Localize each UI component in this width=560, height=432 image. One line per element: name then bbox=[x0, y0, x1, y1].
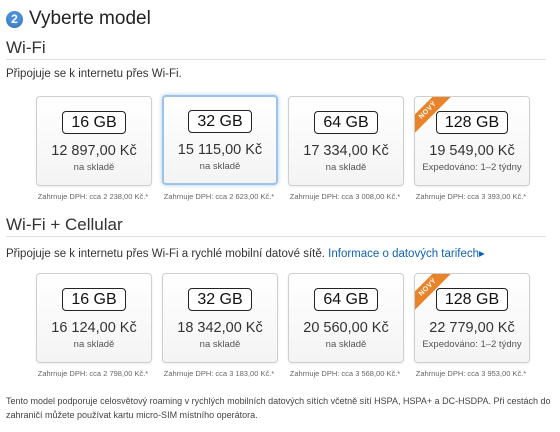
model-card-cellular-32gb[interactable]: 32 GB 18 342,00 Kč na skladě bbox=[162, 273, 278, 363]
section-description-wifi: Připojuje se k internetu přes Wi-Fi. bbox=[6, 68, 182, 80]
vat-note: Zahrnuje DPH: cca 3 008,00 Kč.* bbox=[289, 192, 401, 201]
section-title-wifi: Wi-Fi bbox=[6, 38, 46, 57]
capacity-label: 64 GB bbox=[314, 288, 378, 311]
price-label: 17 334,00 Kč bbox=[303, 143, 389, 159]
data-plans-link[interactable]: Informace o datových tarifech▸ bbox=[328, 248, 485, 260]
capacity-label: 32 GB bbox=[188, 288, 252, 311]
section-title-cellular: Wi-Fi + Cellular bbox=[6, 215, 123, 234]
price-label: 12 897,00 Kč bbox=[51, 143, 137, 159]
new-ribbon: NOVÝ bbox=[415, 274, 456, 315]
availability-label: na skladě bbox=[73, 339, 115, 350]
price-label: 15 115,00 Kč bbox=[177, 142, 263, 158]
availability-label: na skladě bbox=[199, 161, 241, 172]
vat-note: Zahrnuje DPH: cca 3 183,00 Kč.* bbox=[163, 369, 275, 378]
chevron-right-icon: ▸ bbox=[479, 248, 485, 260]
new-badge: NOVÝ bbox=[415, 274, 454, 314]
vat-note: Zahrnuje DPH: cca 2 238,00 Kč.* bbox=[37, 192, 149, 201]
page-header: 2 Vyberte model bbox=[6, 8, 151, 30]
capacity-label: 16 GB bbox=[62, 288, 126, 311]
section-description-cellular: Připojuje se k internetu přes Wi-Fi a ry… bbox=[6, 246, 485, 260]
model-card-cellular-128gb[interactable]: NOVÝ 128 GB 22 779,00 Kč Expedováno: 1–2… bbox=[414, 273, 530, 363]
capacity-label: 64 GB bbox=[314, 111, 378, 134]
availability-label: na skladě bbox=[325, 339, 367, 350]
vat-note: Zahrnuje DPH: cca 2 798,00 Kč.* bbox=[37, 369, 149, 378]
price-label: 18 342,00 Kč bbox=[177, 320, 263, 336]
vat-note: Zahrnuje DPH: cca 2 623,00 Kč.* bbox=[163, 192, 275, 201]
vat-note: Zahrnuje DPH: cca 3 393,00 Kč.* bbox=[415, 192, 527, 201]
model-card-wifi-128gb[interactable]: NOVÝ 128 GB 19 549,00 Kč Expedováno: 1–2… bbox=[414, 96, 530, 186]
description-text: Připojuje se k internetu přes Wi-Fi a ry… bbox=[6, 248, 325, 260]
capacity-label: 16 GB bbox=[62, 111, 126, 134]
model-card-wifi-32gb[interactable]: 32 GB 15 115,00 Kč na skladě bbox=[162, 95, 278, 185]
new-badge: NOVÝ bbox=[415, 97, 454, 137]
data-plans-link-label: Informace o datových tarifech bbox=[328, 248, 480, 260]
vat-note: Zahrnuje DPH: cca 3 568,00 Kč.* bbox=[289, 369, 401, 378]
new-ribbon: NOVÝ bbox=[415, 97, 456, 138]
availability-label: Expedováno: 1–2 týdny bbox=[422, 162, 522, 173]
availability-label: na skladě bbox=[325, 162, 367, 173]
capacity-label: 32 GB bbox=[188, 110, 252, 133]
vat-note: Zahrnuje DPH: cca 3 953,00 Kč.* bbox=[415, 369, 527, 378]
model-card-cellular-16gb[interactable]: 16 GB 16 124,00 Kč na skladě bbox=[36, 273, 152, 363]
price-label: 22 779,00 Kč bbox=[429, 320, 515, 336]
divider bbox=[6, 59, 546, 60]
availability-label: Expedováno: 1–2 týdny bbox=[422, 339, 522, 350]
availability-label: na skladě bbox=[199, 339, 241, 350]
divider bbox=[6, 236, 546, 237]
price-label: 16 124,00 Kč bbox=[51, 320, 137, 336]
price-label: 20 560,00 Kč bbox=[303, 320, 389, 336]
roaming-footnote: Tento model podporuje celosvětový roamin… bbox=[6, 396, 551, 420]
model-card-cellular-64gb[interactable]: 64 GB 20 560,00 Kč na skladě bbox=[288, 273, 404, 363]
step-number-badge: 2 bbox=[6, 10, 23, 28]
model-card-wifi-64gb[interactable]: 64 GB 17 334,00 Kč na skladě bbox=[288, 96, 404, 186]
price-label: 19 549,00 Kč bbox=[429, 143, 515, 159]
model-card-wifi-16gb[interactable]: 16 GB 12 897,00 Kč na skladě bbox=[36, 96, 152, 186]
page-title: Vyberte model bbox=[29, 8, 151, 29]
availability-label: na skladě bbox=[73, 162, 115, 173]
